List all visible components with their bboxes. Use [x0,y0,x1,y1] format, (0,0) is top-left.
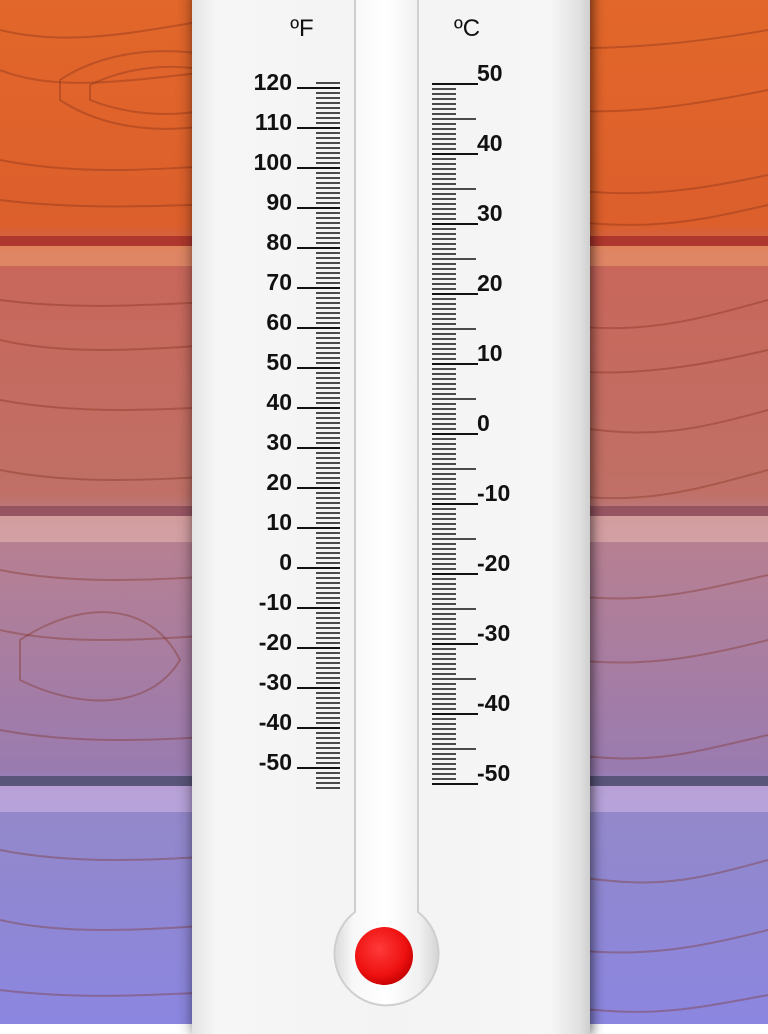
fahrenheit-tick-label: -50 [259,749,292,775]
celsius-tick-label: 0 [477,410,490,436]
celsius-tick-label: 30 [477,200,503,226]
fahrenheit-tick-label: 120 [254,69,292,95]
celsius-tick-label: -10 [477,480,510,506]
fahrenheit-tick-label: 20 [266,469,292,495]
fahrenheit-tick-label: -40 [259,709,292,735]
celsius-tick-label: 50 [477,60,503,86]
fahrenheit-tick-label: 10 [266,509,292,535]
celsius-tick-label: 10 [477,340,503,366]
celsius-tick-label: 40 [477,130,503,156]
celsius-tick-label: -30 [477,620,510,646]
celsius-tick-label: 20 [477,270,503,296]
fahrenheit-tick-label: 110 [255,109,292,135]
fahrenheit-tick-label: -30 [259,669,292,695]
celsius-tick-label: -20 [477,550,510,576]
fahrenheit-tick-label: 80 [266,229,292,255]
fahrenheit-tick-label: 60 [266,309,292,335]
celsius-scale: 50 40 30 20 10 0 -10 -20 -30 -40 -50 [432,60,510,786]
fahrenheit-tick-label: 50 [266,349,292,375]
fahrenheit-tick-label: -20 [259,629,292,655]
temperature-scales: 1201101009080706050403020100-10-20-30-40… [254,60,510,789]
fahrenheit-tick-label: 0 [279,549,292,575]
celsius-tick-label: -40 [477,690,510,716]
fahrenheit-scale: 1201101009080706050403020100-10-20-30-40… [254,69,340,789]
fahrenheit-tick-label: 40 [266,389,292,415]
celsius-tick-label: -50 [477,760,510,786]
fahrenheit-tick-label: 90 [266,189,292,215]
fahrenheit-tick-label: 100 [254,149,292,175]
fahrenheit-tick-label: -10 [259,589,292,615]
fahrenheit-tick-label: 70 [266,269,292,295]
fahrenheit-tick-label: 30 [266,429,292,455]
